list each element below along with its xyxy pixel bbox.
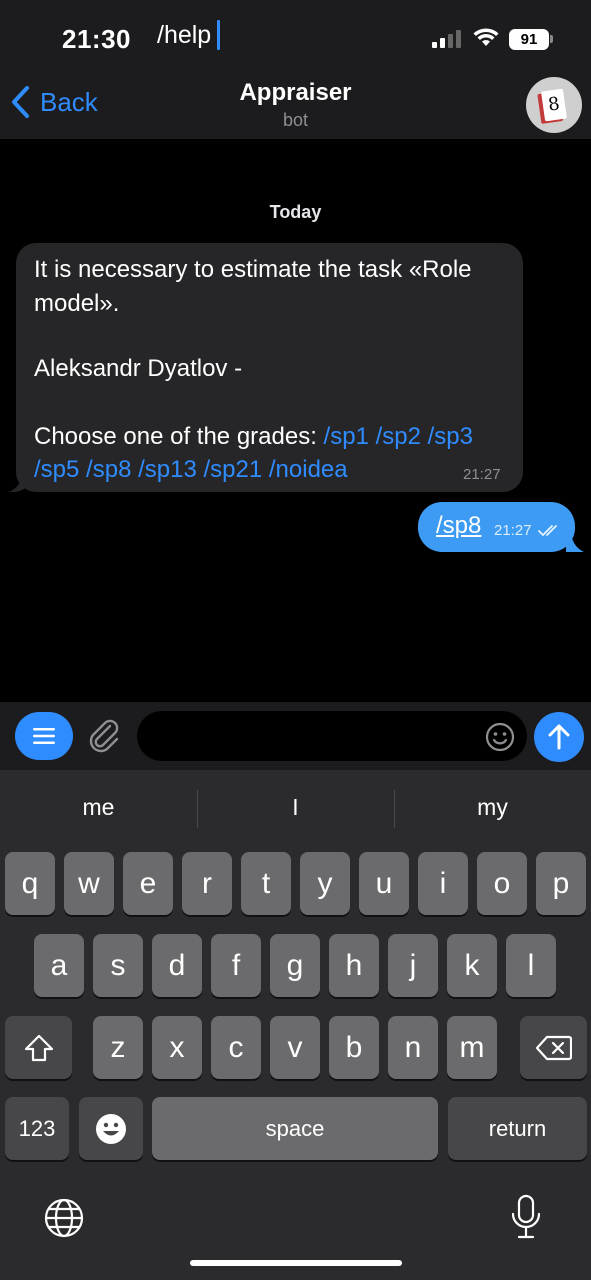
read-checkmarks-icon [538, 525, 557, 537]
backspace-key[interactable] [520, 1016, 587, 1079]
globe-icon[interactable] [44, 1198, 84, 1238]
key-e[interactable]: e [123, 852, 173, 915]
key-c[interactable]: c [211, 1016, 261, 1079]
command-link-sp13[interactable]: /sp13 [138, 456, 197, 483]
return-key[interactable]: return [448, 1097, 587, 1160]
suggestion-1[interactable]: me [0, 794, 197, 821]
command-link-sp5[interactable]: /sp5 [34, 456, 79, 483]
message-timestamp: 21:27 [463, 466, 501, 483]
key-v[interactable]: v [270, 1016, 320, 1079]
key-x[interactable]: x [152, 1016, 202, 1079]
message-text-line: It is necessary to estimate the task «Ro… [34, 256, 472, 283]
signal-icon [432, 30, 461, 48]
key-w[interactable]: w [64, 852, 114, 915]
microphone-icon[interactable] [510, 1194, 542, 1240]
sticker-emoji-icon[interactable] [485, 722, 515, 752]
outgoing-command-link[interactable]: /sp8 [436, 512, 481, 540]
emoji-key[interactable] [79, 1097, 143, 1160]
message-input[interactable] [137, 711, 527, 761]
key-p[interactable]: p [536, 852, 586, 915]
wifi-icon [473, 28, 499, 46]
key-n[interactable]: n [388, 1016, 438, 1079]
space-key[interactable]: space [152, 1097, 438, 1160]
arrow-up-icon [548, 724, 570, 750]
key-i[interactable]: i [418, 852, 468, 915]
date-separator: Today [269, 202, 322, 222]
key-b[interactable]: b [329, 1016, 379, 1079]
command-link-sp21[interactable]: /sp21 [203, 456, 262, 483]
avatar-card-icon: 8 [541, 88, 567, 122]
suggestion-3[interactable]: my [394, 794, 591, 821]
command-link-noidea[interactable]: /noidea [269, 456, 348, 483]
status-time: 21:30 [62, 24, 131, 54]
suggestion-2[interactable]: I [197, 794, 394, 821]
key-d[interactable]: d [152, 934, 202, 997]
command-link-sp1[interactable]: /sp1 [324, 423, 369, 450]
message-text-line: Aleksandr Dyatlov - [34, 355, 243, 382]
key-f[interactable]: f [211, 934, 261, 997]
shift-icon [24, 1034, 53, 1061]
message-text: Choose one of the grades: [34, 423, 324, 450]
command-link-sp8[interactable]: /sp8 [86, 456, 131, 483]
key-z[interactable]: z [93, 1016, 143, 1079]
key-k[interactable]: k [447, 934, 497, 997]
onscreen-keyboard: me I my qwertyuiop asdfghjkl zxcvbnm 123… [0, 770, 591, 1280]
key-j[interactable]: j [388, 934, 438, 997]
message-input-bar [0, 702, 591, 770]
key-r[interactable]: r [182, 852, 232, 915]
battery-indicator: 91 [509, 29, 549, 50]
key-s[interactable]: s [93, 934, 143, 997]
key-q[interactable]: q [5, 852, 55, 915]
command-link-sp3[interactable]: /sp3 [428, 423, 473, 450]
battery-tip [550, 35, 553, 43]
key-o[interactable]: o [477, 852, 527, 915]
key-a[interactable]: a [34, 934, 84, 997]
key-h[interactable]: h [329, 934, 379, 997]
paperclip-icon[interactable] [86, 718, 122, 754]
message-text-line: Choose one of the grades: /sp1 /sp2 /sp3 [34, 423, 473, 451]
status-bar: 21:30 91 [0, 0, 591, 70]
shift-key[interactable] [5, 1016, 72, 1079]
home-indicator [190, 1260, 402, 1266]
bot-avatar[interactable]: 8 [526, 77, 582, 133]
emoji-icon [96, 1113, 126, 1144]
message-text-line: /sp5 /sp8 /sp13 /sp21 /noidea [34, 456, 348, 484]
key-t[interactable]: t [241, 852, 291, 915]
nav-bar: Back Appraiser bot 8 [0, 70, 591, 139]
backspace-icon [535, 1035, 572, 1060]
key-m[interactable]: m [447, 1016, 497, 1079]
send-button[interactable] [534, 712, 584, 762]
key-u[interactable]: u [359, 852, 409, 915]
command-link-sp2[interactable]: /sp2 [376, 423, 421, 450]
bot-menu-button[interactable] [15, 712, 73, 760]
text-caret [217, 20, 220, 50]
message-input-value: /help [157, 21, 212, 49]
message-text-line: model». [34, 290, 120, 317]
chat-title: Appraiser [239, 79, 352, 106]
key-y[interactable]: y [300, 852, 350, 915]
menu-icon [33, 728, 55, 744]
numbers-key[interactable]: 123 [5, 1097, 69, 1160]
outgoing-timestamp: 21:27 [494, 522, 532, 539]
chat-subtitle: bot [282, 110, 309, 130]
key-g[interactable]: g [270, 934, 320, 997]
key-l[interactable]: l [506, 934, 556, 997]
